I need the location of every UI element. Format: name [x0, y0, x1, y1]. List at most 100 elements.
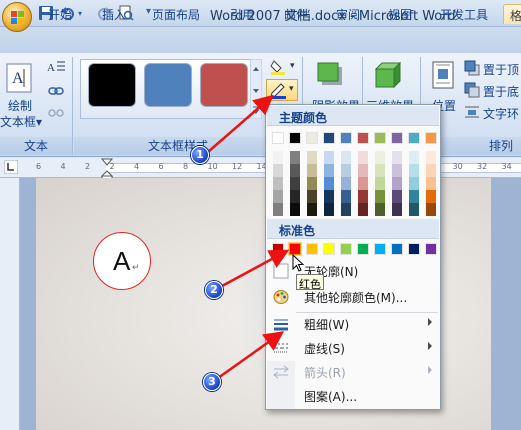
- text-wrapping-label[interactable]: 文字环: [483, 105, 519, 122]
- shadow-effects-icon[interactable]: [316, 61, 346, 89]
- theme-color-cell[interactable]: [289, 151, 301, 164]
- tab-references[interactable]: 引用: [230, 4, 254, 24]
- theme-color-cell[interactable]: [357, 177, 369, 190]
- pattern-menu-item[interactable]: 图案(A)...: [268, 385, 438, 407]
- theme-color-cell[interactable]: [374, 190, 386, 203]
- theme-color-cell[interactable]: [425, 190, 437, 203]
- standard-color-cell[interactable]: [323, 243, 335, 255]
- tab-page-layout[interactable]: 页面布局: [152, 4, 200, 24]
- theme-color-cell[interactable]: [357, 151, 369, 164]
- textbox-style-swatch-black[interactable]: [88, 63, 136, 107]
- theme-color-cell[interactable]: [408, 177, 420, 190]
- tab-view[interactable]: 视图: [388, 4, 412, 24]
- theme-color-cell[interactable]: [357, 190, 369, 203]
- tab-insert[interactable]: 插入: [102, 4, 126, 24]
- theme-color-cell[interactable]: [272, 177, 284, 190]
- circle-textbox-text[interactable]: A: [113, 246, 130, 277]
- text-direction-icon[interactable]: A: [46, 59, 66, 75]
- draw-textbox-label-2[interactable]: 文本框▾: [0, 113, 42, 130]
- theme-color-cell[interactable]: [306, 177, 318, 190]
- dashes-menu-item[interactable]: 虚线(S): [268, 337, 438, 359]
- theme-color-cell[interactable]: [374, 132, 386, 144]
- break-link-icon[interactable]: [48, 105, 64, 121]
- theme-color-cell[interactable]: [425, 177, 437, 190]
- theme-color-cell[interactable]: [391, 177, 403, 190]
- standard-color-cell[interactable]: [306, 243, 318, 255]
- tab-format[interactable]: 格式: [503, 4, 521, 24]
- 3d-effects-icon[interactable]: [372, 61, 402, 89]
- theme-color-cell[interactable]: [289, 190, 301, 203]
- theme-color-cell[interactable]: [391, 151, 403, 164]
- textbox-style-swatch-red[interactable]: [200, 63, 248, 107]
- office-button[interactable]: [2, 2, 32, 32]
- theme-color-cell[interactable]: [306, 203, 318, 216]
- theme-color-cell[interactable]: [340, 132, 352, 144]
- theme-color-cell[interactable]: [289, 203, 301, 216]
- theme-color-cell[interactable]: [374, 151, 386, 164]
- standard-color-cell[interactable]: [425, 243, 437, 255]
- shape-outline-dropdown-icon[interactable]: ▾: [289, 84, 294, 94]
- theme-color-cell[interactable]: [323, 164, 335, 177]
- position-icon[interactable]: [432, 61, 454, 89]
- tab-selector-icon[interactable]: [4, 160, 18, 174]
- theme-color-cell[interactable]: [391, 190, 403, 203]
- theme-color-cell[interactable]: [306, 190, 318, 203]
- standard-color-cell[interactable]: [340, 243, 352, 255]
- theme-color-cell[interactable]: [272, 164, 284, 177]
- create-link-icon[interactable]: [48, 83, 64, 99]
- theme-color-cell[interactable]: [323, 177, 335, 190]
- theme-color-cell[interactable]: [323, 132, 335, 144]
- bring-to-front-label[interactable]: 置于顶: [483, 61, 519, 78]
- shape-outline-button[interactable]: ▾: [266, 79, 298, 101]
- theme-color-cell[interactable]: [374, 164, 386, 177]
- theme-color-cell[interactable]: [289, 132, 301, 144]
- theme-color-cell[interactable]: [425, 132, 437, 144]
- theme-color-cell[interactable]: [408, 203, 420, 216]
- theme-color-cell[interactable]: [391, 164, 403, 177]
- undo-dropdown-icon[interactable]: ▾: [78, 9, 82, 18]
- theme-color-cell[interactable]: [357, 132, 369, 144]
- tab-mailings[interactable]: 邮件: [284, 4, 308, 24]
- theme-color-cell[interactable]: [391, 132, 403, 144]
- theme-color-cell[interactable]: [272, 151, 284, 164]
- shape-fill-dropdown-icon[interactable]: ▾: [290, 61, 295, 71]
- theme-color-cell[interactable]: [408, 164, 420, 177]
- theme-color-cell[interactable]: [408, 132, 420, 144]
- theme-color-cell[interactable]: [272, 190, 284, 203]
- theme-color-cell[interactable]: [425, 203, 437, 216]
- theme-color-cell[interactable]: [323, 203, 335, 216]
- theme-color-cell[interactable]: [340, 164, 352, 177]
- theme-color-cell[interactable]: [272, 203, 284, 216]
- shape-fill-icon[interactable]: [270, 59, 288, 75]
- theme-color-cell[interactable]: [357, 164, 369, 177]
- gallery-scroll-icon[interactable]: [250, 59, 262, 119]
- theme-color-cell[interactable]: [374, 203, 386, 216]
- customize-qat-icon[interactable]: ▾: [146, 6, 151, 17]
- standard-color-cell[interactable]: [374, 243, 386, 255]
- circle-textbox-shape[interactable]: A ↵: [93, 232, 151, 290]
- theme-color-cell[interactable]: [289, 177, 301, 190]
- theme-color-cell[interactable]: [374, 177, 386, 190]
- theme-color-cell[interactable]: [357, 203, 369, 216]
- theme-color-cell[interactable]: [323, 151, 335, 164]
- vertical-ruler[interactable]: [0, 178, 20, 430]
- textbox-style-swatch-blue[interactable]: [144, 63, 192, 107]
- theme-color-cell[interactable]: [340, 203, 352, 216]
- theme-color-cell[interactable]: [306, 132, 318, 144]
- tab-home[interactable]: 开始: [48, 4, 72, 24]
- theme-color-cell[interactable]: [340, 177, 352, 190]
- theme-color-cell[interactable]: [391, 203, 403, 216]
- tab-developer[interactable]: 开发工具: [440, 4, 488, 24]
- theme-color-cell[interactable]: [323, 190, 335, 203]
- theme-color-cell[interactable]: [306, 164, 318, 177]
- theme-color-cell[interactable]: [425, 164, 437, 177]
- standard-color-cell[interactable]: [272, 243, 284, 255]
- theme-color-cell[interactable]: [272, 132, 284, 144]
- theme-color-cell[interactable]: [340, 190, 352, 203]
- draw-textbox-label-1[interactable]: 绘制: [8, 97, 32, 114]
- arrows-menu-item[interactable]: 箭头(R): [268, 361, 438, 383]
- standard-color-cell[interactable]: [391, 243, 403, 255]
- theme-color-cell[interactable]: [425, 151, 437, 164]
- send-to-back-label[interactable]: 置于底: [483, 83, 519, 100]
- standard-color-cell[interactable]: [408, 243, 420, 255]
